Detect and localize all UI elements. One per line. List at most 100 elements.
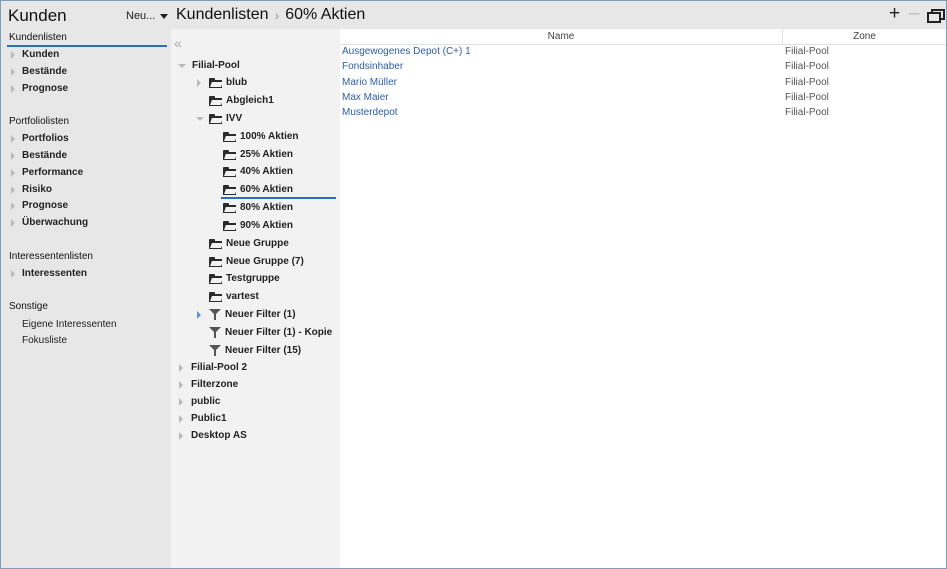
expand-arrow-icon xyxy=(11,151,15,160)
tree-node-label: Abgleich1 xyxy=(226,95,274,106)
tree-node-label: 90% Aktien xyxy=(240,220,293,231)
tree-node-label: Filial-Pool xyxy=(192,60,240,71)
tree-node-blub[interactable]: blub xyxy=(197,77,247,88)
folder-icon xyxy=(223,184,237,195)
tree-node-public1[interactable]: Public1 xyxy=(179,413,227,424)
folder-icon xyxy=(223,166,237,177)
tree-node-filial-pool[interactable]: Filial-Pool xyxy=(178,60,240,71)
add-button[interactable]: + xyxy=(889,4,900,23)
cell-name[interactable]: Fondsinhaber xyxy=(342,61,403,72)
expand-arrow-icon xyxy=(179,431,183,440)
nav-item-interessenten[interactable]: Interessenten xyxy=(11,268,87,279)
tree-node-neue-gruppe-7[interactable]: Neue Gruppe (7) xyxy=(209,256,304,267)
tree-node-neuer-filter-15[interactable]: Neuer Filter (15) xyxy=(209,345,301,356)
cell-zone: Filial-Pool xyxy=(785,107,829,118)
tree-node-neuer-filter-1-kopie[interactable]: Neuer Filter (1) - Kopie xyxy=(209,327,332,338)
breadcrumb-current: 60% Aktien xyxy=(285,6,366,23)
expand-arrow-icon xyxy=(11,218,15,227)
cell-name[interactable]: Ausgewogenes Depot (C+) 1 xyxy=(342,46,471,57)
nav-item-kunden[interactable]: Kunden xyxy=(11,49,59,60)
new-dropdown-button[interactable]: Neu... xyxy=(126,10,169,22)
tree-node-label: Testgruppe xyxy=(226,273,280,284)
breadcrumb-root[interactable]: Kundenlisten xyxy=(176,6,269,24)
table-row[interactable]: Fondsinhaber Filial-Pool xyxy=(340,61,946,76)
expanded-arrow-icon xyxy=(196,116,204,121)
tree-node-filterzone[interactable]: Filterzone xyxy=(179,379,238,390)
tree-node-abgleich1[interactable]: Abgleich1 xyxy=(209,95,274,106)
tree-node-ivv[interactable]: IVV xyxy=(196,113,242,124)
nav-item-prognose-portfolio[interactable]: Prognose xyxy=(11,200,68,211)
nav-item-label: Prognose xyxy=(22,200,69,211)
tree-node-label: Desktop AS xyxy=(191,430,247,441)
tree-node-40-aktien[interactable]: 40% Aktien xyxy=(223,166,293,177)
column-header-zone[interactable]: Zone xyxy=(783,29,946,45)
nav-section-portfoliolisten[interactable]: Portfoliolisten xyxy=(9,116,69,127)
nav-item-eigene-interessenten[interactable]: Eigene Interessenten xyxy=(22,319,117,330)
cell-name[interactable]: Max Maier xyxy=(342,92,389,103)
nav-item-label: Risiko xyxy=(22,184,53,195)
app-window: Kunden Neu... Kundenlisten Kunden Bestän… xyxy=(0,0,947,569)
tree-node-60-aktien[interactable]: 60% Aktien xyxy=(223,184,293,195)
tree-node-filial-pool-2[interactable]: Filial-Pool 2 xyxy=(179,362,247,373)
nav-item-ueberwachung[interactable]: Überwachung xyxy=(11,217,88,228)
expand-arrow-icon xyxy=(179,397,183,406)
cell-name[interactable]: Musterdepot xyxy=(342,107,398,118)
nav-item-label: Prognose xyxy=(22,83,69,94)
nav-item-label: Bestände xyxy=(22,150,68,161)
tree-node-vartest[interactable]: vartest xyxy=(209,291,259,302)
tree-node-90-aktien[interactable]: 90% Aktien xyxy=(223,220,293,231)
table-row[interactable]: Musterdepot Filial-Pool xyxy=(340,107,946,122)
tree-node-public[interactable]: public xyxy=(179,396,220,407)
tree-node-testgruppe[interactable]: Testgruppe xyxy=(209,273,280,284)
table-row[interactable]: Mario Müller Filial-Pool xyxy=(340,77,946,92)
expand-arrow-icon xyxy=(197,78,201,87)
cell-zone: Filial-Pool xyxy=(785,61,829,72)
nav-section-sonstige[interactable]: Sonstige xyxy=(9,301,48,312)
column-header-name[interactable]: Name xyxy=(340,29,783,45)
tree-node-label: blub xyxy=(226,77,248,88)
expand-arrow-icon xyxy=(179,414,183,423)
expand-arrow-icon xyxy=(11,84,15,93)
nav-item-performance[interactable]: Performance xyxy=(11,167,83,178)
tree-node-label: 25% Aktien xyxy=(240,149,293,160)
table-row[interactable]: Ausgewogenes Depot (C+) 1 Filial-Pool xyxy=(340,46,946,61)
expand-arrow-icon xyxy=(11,50,15,59)
cell-name[interactable]: Mario Müller xyxy=(342,77,397,88)
nav-item-label: Portfolios xyxy=(22,133,69,144)
breadcrumb: Kundenlisten › 60% Aktien xyxy=(176,6,365,24)
nav-item-label: Überwachung xyxy=(22,217,89,228)
collapse-panel-icon[interactable]: « xyxy=(174,35,182,51)
folder-icon xyxy=(209,113,223,124)
expand-arrow-icon xyxy=(11,201,15,210)
tree-node-neuer-filter-1[interactable]: Neuer Filter (1) xyxy=(197,309,296,320)
nav-item-portfolios[interactable]: Portfolios xyxy=(11,133,69,144)
nav-section-interessentenlisten[interactable]: Interessentenlisten xyxy=(9,251,93,262)
expand-arrow-icon xyxy=(11,168,15,177)
expanded-arrow-icon xyxy=(178,63,186,68)
tree-node-25-aktien[interactable]: 25% Aktien xyxy=(223,149,293,160)
expand-arrow-icon xyxy=(11,185,15,194)
app-title: Kunden xyxy=(8,6,67,25)
folder-icon xyxy=(223,149,237,160)
nav-item-risiko[interactable]: Risiko xyxy=(11,184,52,195)
cell-zone: Filial-Pool xyxy=(785,92,829,103)
tree-node-80-aktien[interactable]: 80% Aktien xyxy=(223,202,293,213)
table-row[interactable]: Max Maier Filial-Pool xyxy=(340,92,946,107)
tree-node-neue-gruppe[interactable]: Neue Gruppe xyxy=(209,238,289,249)
nav-item-bestaende-portfolio[interactable]: Bestände xyxy=(11,150,67,161)
nav-section-kundenlisten[interactable]: Kundenlisten xyxy=(7,32,167,47)
new-window-icon[interactable] xyxy=(927,9,945,23)
tree-node-desktop-as[interactable]: Desktop AS xyxy=(179,430,247,441)
breadcrumb-separator-icon: › xyxy=(274,7,280,23)
expand-arrow-icon xyxy=(197,310,201,319)
tree-node-label: Neuer Filter (1) - Kopie xyxy=(225,327,333,338)
tree-node-100-aktien[interactable]: 100% Aktien xyxy=(223,131,299,142)
nav-item-prognose[interactable]: Prognose xyxy=(11,83,68,94)
nav-item-bestaende[interactable]: Bestände xyxy=(11,66,67,77)
filter-icon xyxy=(209,345,221,356)
folder-icon xyxy=(209,77,223,88)
nav-item-fokusliste[interactable]: Fokusliste xyxy=(22,335,67,346)
remove-button[interactable]: – xyxy=(909,4,920,23)
tree-node-label: Neuer Filter (1) xyxy=(225,309,296,320)
folder-icon xyxy=(209,273,223,284)
